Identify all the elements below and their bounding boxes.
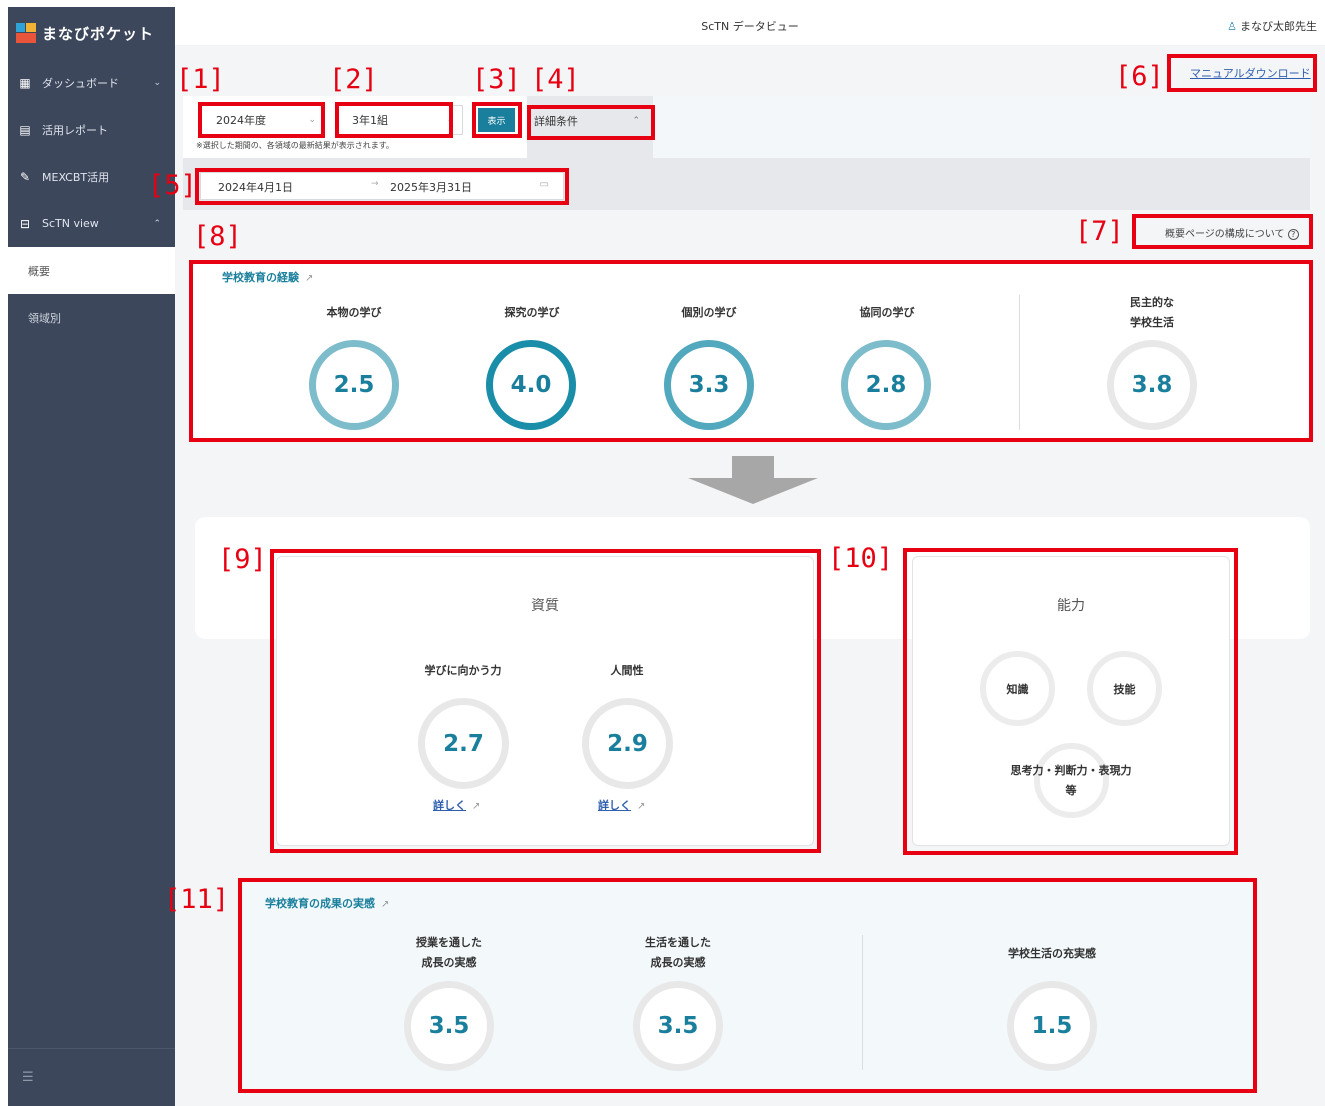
user-name: まなび太郎先生 xyxy=(1240,20,1317,33)
marker-label-8: [8] xyxy=(193,221,242,252)
marker-box-5 xyxy=(195,168,569,205)
marker-label-7: [7] xyxy=(1075,216,1124,247)
app-logo[interactable]: まなびポケット xyxy=(8,7,175,59)
marker-box-1 xyxy=(198,102,325,138)
marker-box-3 xyxy=(472,102,522,138)
chevron-up-icon: ⌃ xyxy=(153,218,161,229)
sidebar-subitem-label: 概要 xyxy=(28,264,50,278)
marker-label-1: [1] xyxy=(176,64,225,95)
marker-label-11: [11] xyxy=(164,884,230,915)
marker-box-10 xyxy=(903,548,1238,855)
app-root: まなびポケット ▦ ダッシュボード ⌄ ▤ 活用レポート ✎ MEXCBT活用 … xyxy=(0,0,1325,1106)
marker-label-9: [9] xyxy=(218,544,267,575)
marker-label-5: [5] xyxy=(148,170,197,201)
marker-box-9 xyxy=(270,549,821,853)
top-header: ScTN データビュー ♙ まなび太郎先生 xyxy=(175,7,1325,45)
user-icon: ♙ xyxy=(1227,20,1237,33)
report-icon: ▤ xyxy=(19,122,31,137)
sidebar-subitem-overview[interactable]: 概要 xyxy=(8,247,175,294)
marker-box-8 xyxy=(189,260,1313,442)
sidebar-item-label: ScTN view xyxy=(42,217,99,230)
marker-box-11 xyxy=(238,878,1257,1093)
filter-band xyxy=(653,96,1310,158)
marker-box-2 xyxy=(335,102,453,138)
data-view-icon: ⊟ xyxy=(19,216,31,231)
sidebar-item-label: ダッシュボード xyxy=(42,76,119,90)
dashboard-icon: ▦ xyxy=(19,75,31,90)
sidebar-item-label: 活用レポート xyxy=(42,123,108,137)
marker-label-4: [4] xyxy=(531,64,580,95)
logo-text: まなびポケット xyxy=(42,24,155,43)
flow-arrow-icon xyxy=(688,456,818,504)
chevron-down-icon: ⌄ xyxy=(153,77,161,88)
sidebar-item-label: MEXCBT活用 xyxy=(42,170,110,184)
marker-label-2: [2] xyxy=(329,64,378,95)
sidebar-item-dashboard[interactable]: ▦ ダッシュボード ⌄ xyxy=(8,59,175,106)
sidebar-footer: ☰ xyxy=(8,1048,175,1106)
filter-note: ※選択した期間の、各領域の最新結果が表示されます。 xyxy=(196,141,394,150)
page-title: ScTN データビュー xyxy=(701,20,799,33)
marker-box-6 xyxy=(1167,54,1317,92)
logo-icon xyxy=(16,23,36,43)
marker-box-7 xyxy=(1132,214,1313,249)
marker-label-10: [10] xyxy=(828,543,894,574)
sidebar-item-sctn-view[interactable]: ⊟ ScTN view ⌃ xyxy=(8,200,175,247)
sidebar-item-report[interactable]: ▤ 活用レポート xyxy=(8,106,175,153)
sidebar-subitem-label: 領域別 xyxy=(28,311,61,325)
marker-box-4 xyxy=(527,105,655,140)
marker-label-3: [3] xyxy=(472,64,521,95)
user-menu[interactable]: ♙ まなび太郎先生 xyxy=(1227,18,1317,34)
sidebar-subitem-by-domain[interactable]: 領域別 xyxy=(8,294,175,341)
collapse-sidebar-icon[interactable]: ☰ xyxy=(22,1070,34,1085)
pencil-icon: ✎ xyxy=(19,169,31,184)
marker-label-6: [6] xyxy=(1115,61,1164,92)
